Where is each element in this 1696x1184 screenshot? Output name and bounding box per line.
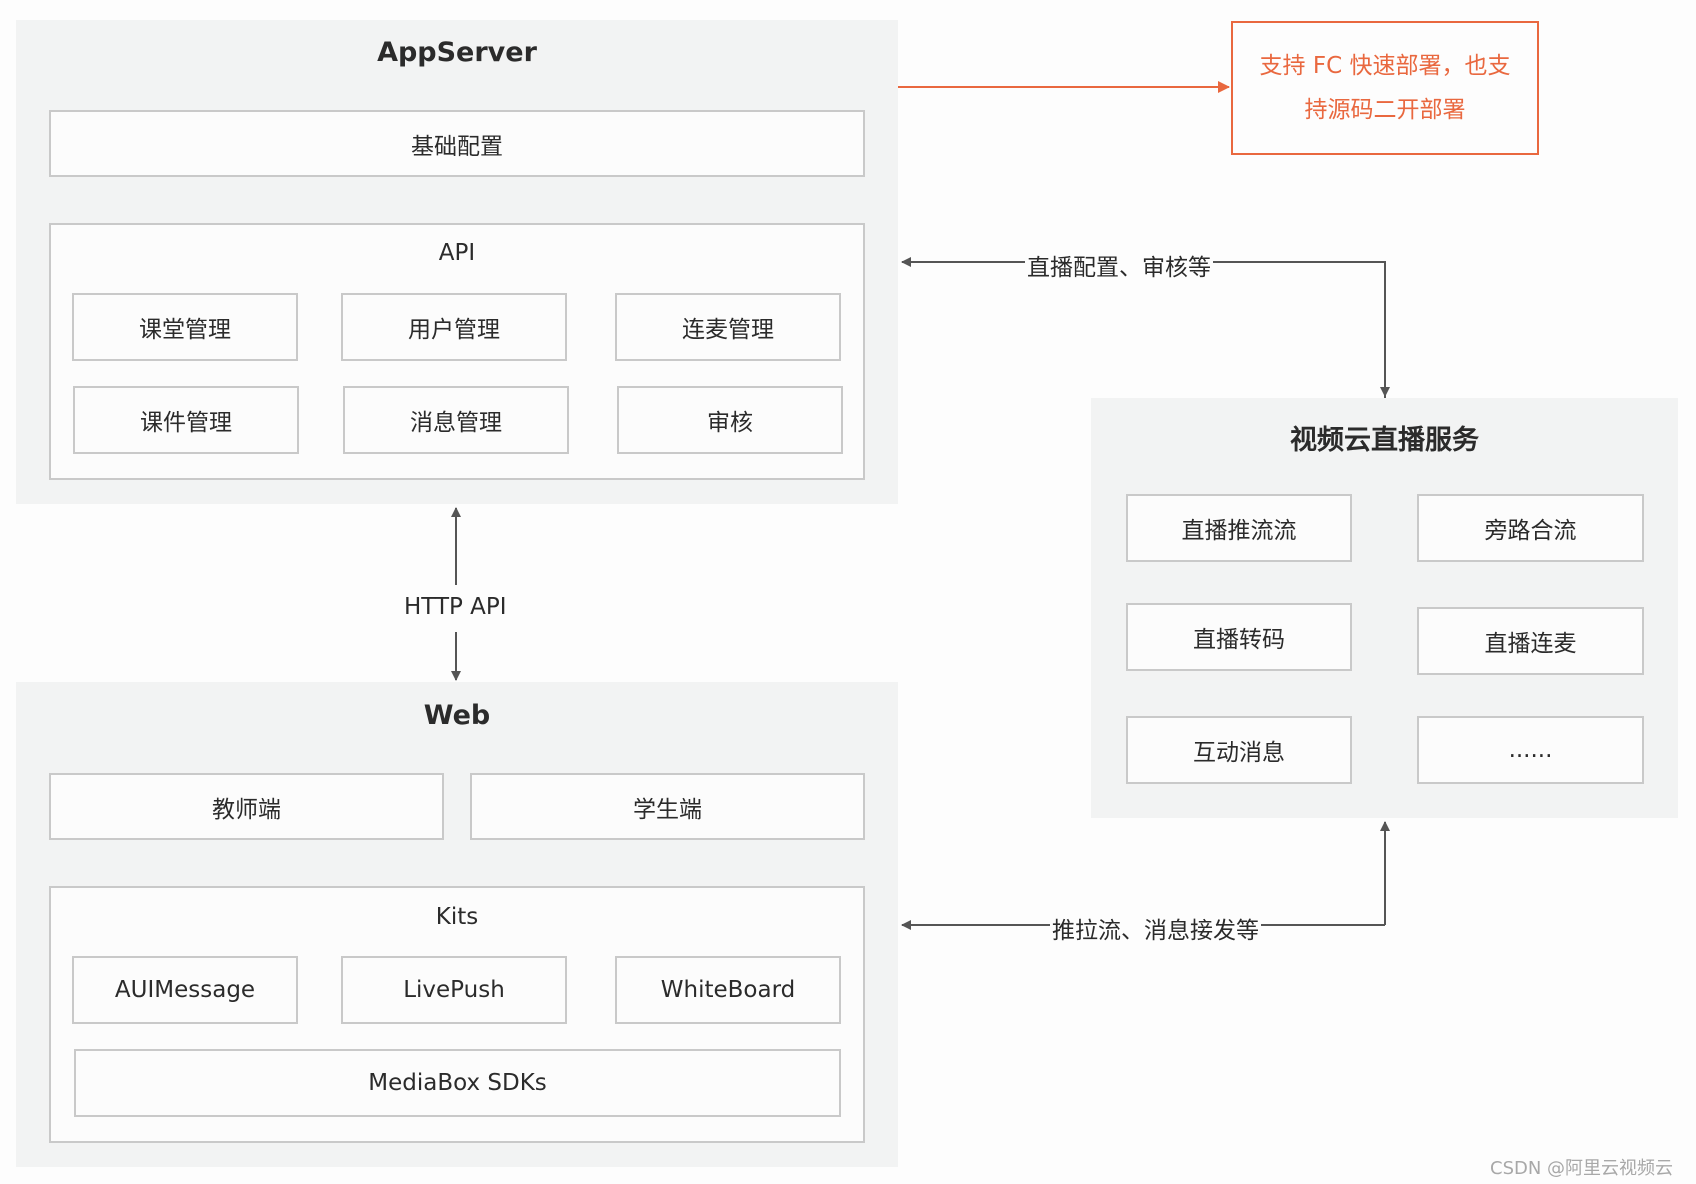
web-title: Web: [423, 700, 491, 731]
api-item-audit: 审核: [617, 386, 843, 454]
api-title: API: [438, 240, 476, 266]
api-item-mic-mgmt: 连麦管理: [615, 293, 841, 361]
live-item-transcode: 直播转码: [1126, 603, 1352, 671]
live-item-co-host: 直播连麦: [1417, 607, 1644, 675]
live-item-interactive-msg: 互动消息: [1126, 716, 1352, 784]
client-teacher: 教师端: [49, 773, 444, 840]
config-audit-label: 直播配置、审核等: [1025, 248, 1213, 282]
api-item-courseware-mgmt: 课件管理: [73, 386, 299, 454]
kit-auimessage: AUIMessage: [72, 956, 298, 1024]
live-item-more: ......: [1417, 716, 1644, 784]
deploy-note: 支持 FC 快速部署，也支持源码二开部署: [1231, 21, 1539, 155]
watermark: CSDN @阿里云视频云: [1490, 1158, 1674, 1179]
stream-msg-label: 推拉流、消息接发等: [1050, 911, 1261, 945]
api-item-user-mgmt: 用户管理: [341, 293, 567, 361]
mediabox-sdks: MediaBox SDKs: [74, 1049, 841, 1117]
appserver-title: AppServer: [377, 37, 537, 68]
live-item-push: 直播推流流: [1126, 494, 1352, 562]
api-item-class-mgmt: 课堂管理: [72, 293, 298, 361]
client-student: 学生端: [470, 773, 865, 840]
kit-whiteboard: WhiteBoard: [615, 956, 841, 1024]
base-config-box: 基础配置: [49, 110, 865, 177]
live-item-bypass-mix: 旁路合流: [1417, 494, 1644, 562]
arrow-config-audit: [901, 257, 1386, 398]
http-api-label: HTTP API: [402, 594, 509, 620]
api-item-message-mgmt: 消息管理: [343, 386, 569, 454]
kit-livepush: LivePush: [341, 956, 567, 1024]
kits-title: Kits: [435, 904, 479, 930]
live-service-title: 视频云直播服务: [1290, 425, 1479, 456]
